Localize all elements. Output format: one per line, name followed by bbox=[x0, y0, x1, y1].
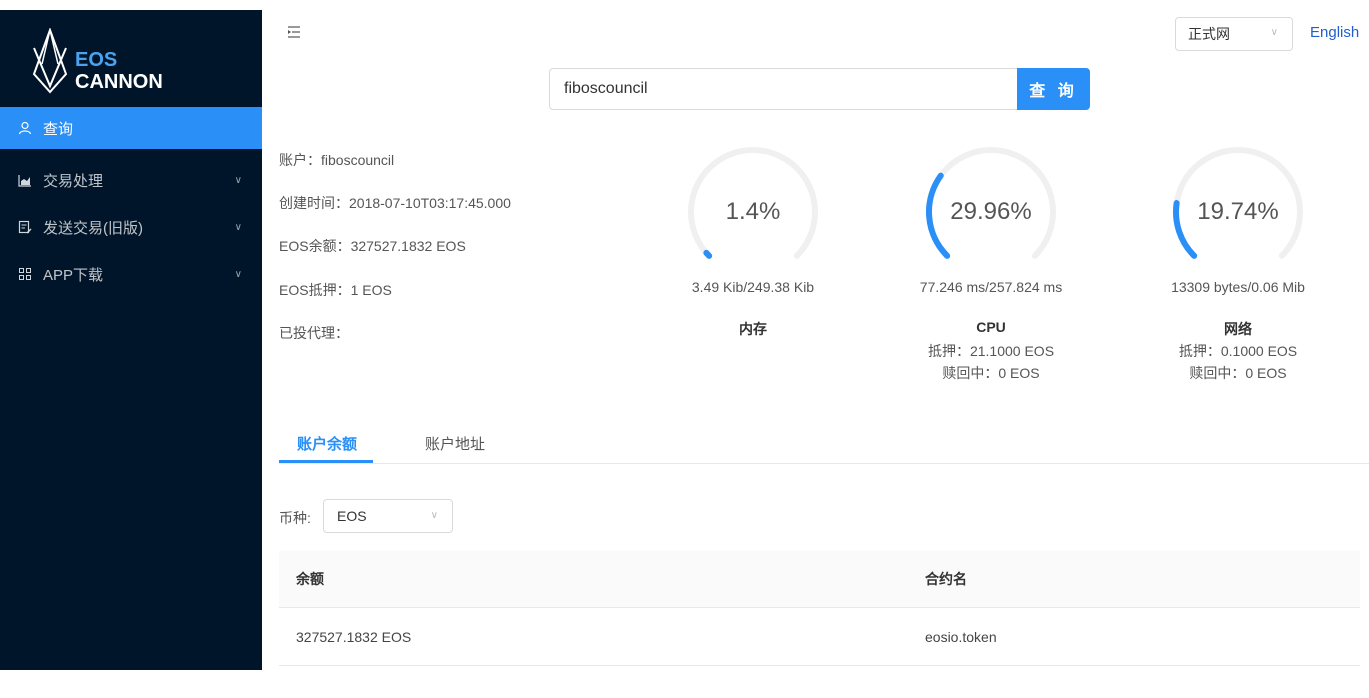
balance-table-header: 余额 合约名 bbox=[279, 551, 1360, 608]
ram-usage: 3.49 Kib/249.38 Kib bbox=[691, 279, 815, 295]
cpu-usage: 77.246 ms/257.824 ms bbox=[919, 279, 1063, 295]
cpu-refunding: 赎回中：0 EOS bbox=[942, 365, 1040, 381]
sidebar-item-transactions[interactable]: 交易处理 ∨ bbox=[0, 159, 262, 201]
app-root: EOS CANNON 查询 交易处理 ∨ 发送交易(旧版) ∨ APP下载 ∨ … bbox=[0, 0, 1369, 698]
form-icon bbox=[17, 220, 33, 234]
chevron-down-icon: ∨ bbox=[234, 174, 242, 186]
network-select-value: 正式网 bbox=[1188, 26, 1230, 42]
sidebar-item-query[interactable]: 查询 bbox=[0, 107, 262, 149]
table-row: 327527.1832 EOS eosio.token bbox=[279, 608, 1360, 666]
brand-line1: EOS bbox=[75, 49, 118, 71]
cpu-staked: 抵押：21.1000 EOS bbox=[927, 343, 1055, 359]
cell-balance: 327527.1832 EOS bbox=[296, 628, 412, 645]
created-time-value: 2018-07-10T03:17:45.000 bbox=[349, 195, 511, 211]
chevron-down-icon: ∨ bbox=[234, 268, 242, 280]
search-button[interactable]: 查 询 bbox=[1017, 68, 1090, 110]
currency-select[interactable]: EOS ∨ bbox=[323, 499, 453, 533]
app-grid-icon bbox=[17, 267, 33, 281]
created-time-row: 创建时间：2018-07-10T03:17:45.000 bbox=[279, 193, 511, 213]
currency-select-value: EOS bbox=[337, 508, 367, 524]
ram-gauge: 1.4% bbox=[686, 145, 820, 279]
tab-divider bbox=[279, 463, 1369, 464]
network-select[interactable]: 正式网 ∨ bbox=[1175, 17, 1293, 51]
eos-balance-label: EOS余额： bbox=[279, 238, 351, 254]
chevron-down-icon: ∨ bbox=[1270, 27, 1278, 38]
brand-line2: CANNON bbox=[75, 71, 163, 93]
eos-balance-value: 327527.1832 EOS bbox=[350, 238, 466, 254]
net-refunding: 赎回中：0 EOS bbox=[1189, 365, 1287, 381]
currency-label: 币种: bbox=[279, 510, 311, 526]
account-name-value: fiboscouncil bbox=[321, 152, 395, 168]
cell-contract: eosio.token bbox=[925, 628, 997, 645]
net-title: 网络 bbox=[1224, 321, 1252, 337]
menu-fold-icon[interactable] bbox=[286, 24, 302, 40]
net-usage: 13309 bytes/0.06 Mib bbox=[1171, 279, 1305, 295]
column-header-contract: 合约名 bbox=[925, 571, 967, 587]
sidebar-item-label: 查询 bbox=[43, 120, 74, 138]
chevron-down-icon: ∨ bbox=[430, 510, 438, 521]
ram-title: 内存 bbox=[739, 321, 767, 337]
cpu-title: CPU bbox=[976, 319, 1006, 335]
gauge-percent: 29.96% bbox=[950, 198, 1032, 225]
eos-logo-icon bbox=[32, 28, 68, 94]
net-staked: 抵押：0.1000 EOS bbox=[1178, 343, 1298, 359]
eos-staked-label: EOS抵押： bbox=[279, 282, 351, 298]
cpu-gauge: 29.96% bbox=[924, 145, 1058, 279]
sidebar: EOS CANNON 查询 交易处理 ∨ 发送交易(旧版) ∨ APP下载 ∨ bbox=[0, 10, 262, 670]
gauge-percent: 1.4% bbox=[725, 198, 781, 225]
tab-account-address[interactable]: 账户地址 bbox=[425, 433, 485, 454]
eos-balance-row: EOS余额：327527.1832 EOS bbox=[279, 236, 466, 256]
sidebar-item-label: 发送交易(旧版) bbox=[43, 219, 143, 237]
sidebar-item-label: APP下载 bbox=[43, 266, 104, 284]
language-link[interactable]: English bbox=[1310, 24, 1359, 41]
sidebar-item-label: 交易处理 bbox=[43, 172, 104, 190]
voted-proxy-label: 已投代理： bbox=[279, 325, 349, 341]
brand-logo[interactable]: EOS CANNON bbox=[28, 24, 228, 104]
brand-name: EOS CANNON bbox=[75, 49, 163, 93]
column-header-balance: 余额 bbox=[296, 571, 324, 587]
sidebar-item-send-legacy[interactable]: 发送交易(旧版) ∨ bbox=[0, 206, 262, 248]
area-chart-icon bbox=[17, 173, 33, 187]
gauge-percent: 19.74% bbox=[1197, 198, 1279, 225]
tab-account-balance[interactable]: 账户余额 bbox=[297, 433, 357, 454]
net-gauge: 19.74% bbox=[1171, 145, 1305, 279]
account-search-input[interactable]: fiboscouncil bbox=[549, 68, 1019, 110]
sidebar-item-app-download[interactable]: APP下载 ∨ bbox=[0, 253, 262, 295]
voted-proxy-row: 已投代理： bbox=[279, 323, 349, 343]
account-name-row: 账户：fiboscouncil bbox=[279, 150, 394, 170]
user-icon bbox=[17, 121, 33, 135]
eos-staked-row: EOS抵押：1 EOS bbox=[279, 280, 392, 300]
eos-staked-value: 1 EOS bbox=[350, 282, 392, 298]
account-name-label: 账户： bbox=[279, 152, 321, 168]
chevron-down-icon: ∨ bbox=[234, 221, 242, 233]
created-time-label: 创建时间： bbox=[279, 195, 349, 211]
